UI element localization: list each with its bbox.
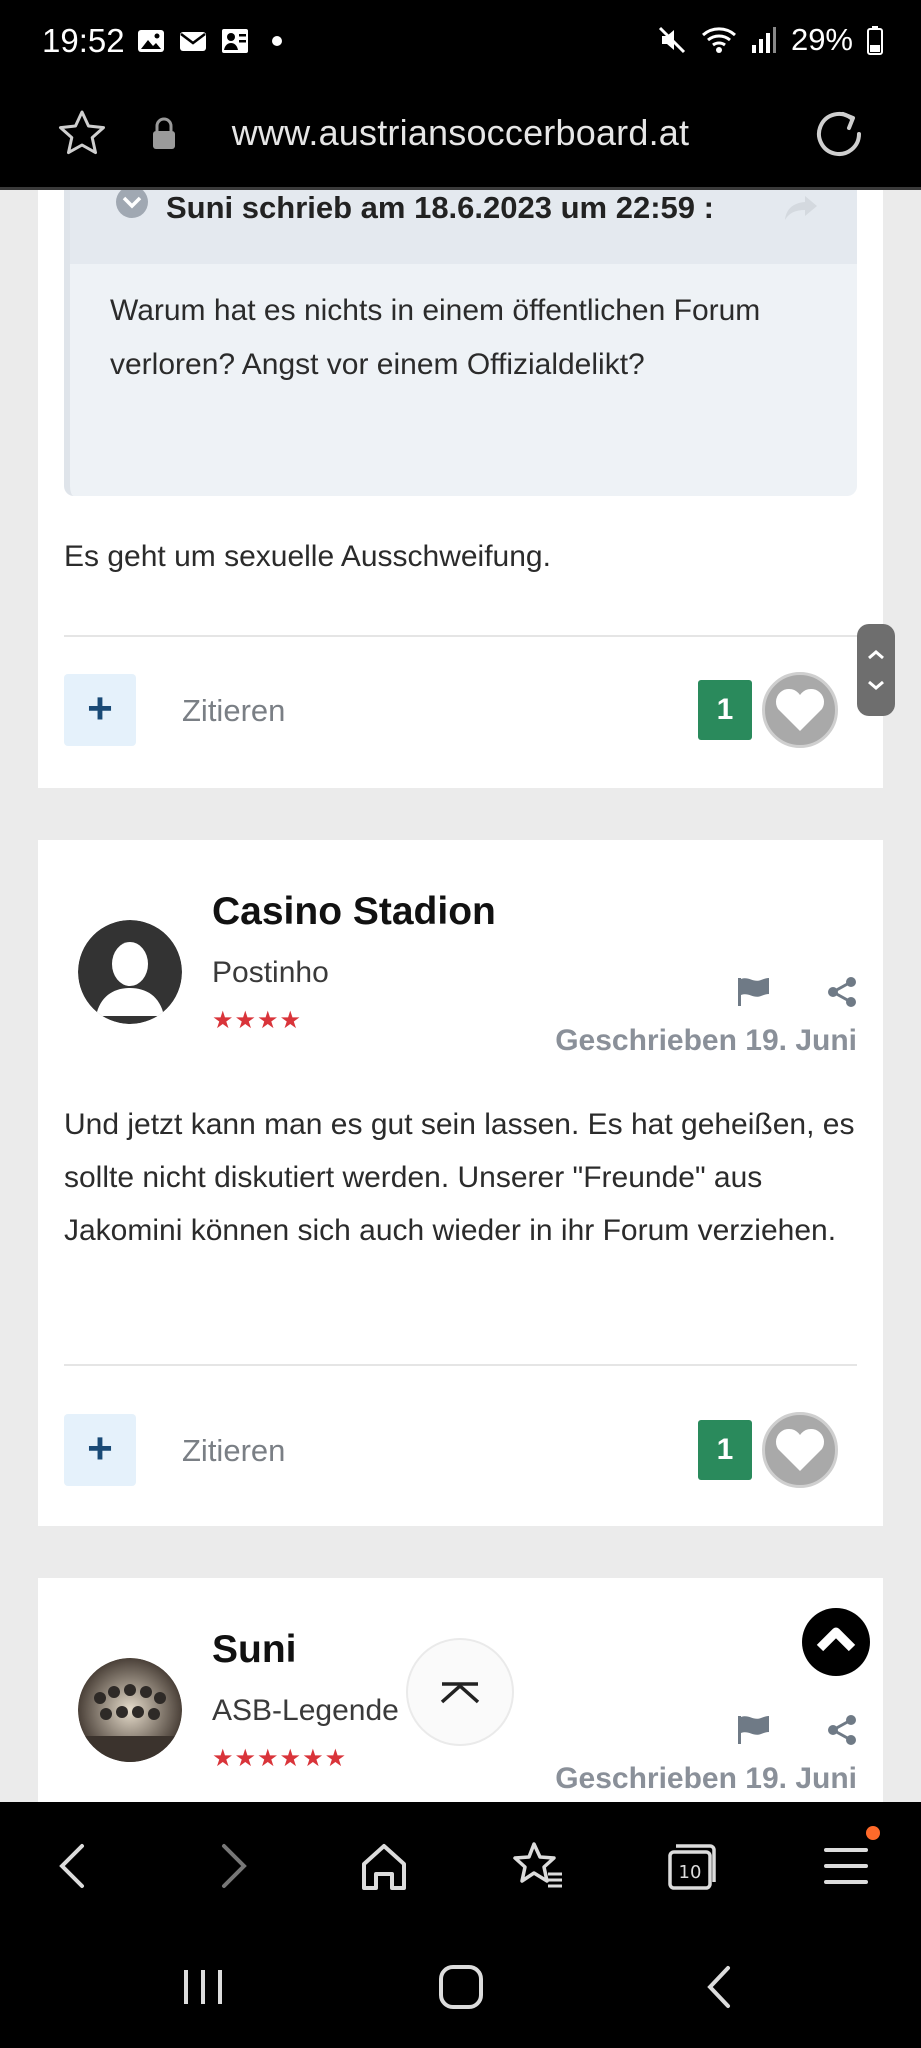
fast-scroll-handle[interactable] xyxy=(857,624,895,716)
gallery-icon xyxy=(138,30,164,52)
back-icon[interactable] xyxy=(46,1838,102,1894)
dot-icon xyxy=(272,36,282,46)
author-rank: ASB-Legende xyxy=(212,1694,399,1727)
multiquote-button[interactable]: + xyxy=(64,674,136,746)
post-text: Es geht um sexuelle Ausschweifung. xyxy=(64,540,551,573)
mute-icon xyxy=(658,26,686,54)
chevron-up-icon xyxy=(440,1682,480,1704)
quote-block: Suni schrieb am 18.6.2023 um 22:59 : War… xyxy=(64,190,857,496)
forum-page: Suni schrieb am 18.6.2023 um 22:59 : War… xyxy=(0,190,921,1802)
author-stars: ★★★★ xyxy=(212,1007,303,1034)
notification-dot xyxy=(866,1826,880,1840)
scroll-to-top-button[interactable] xyxy=(406,1638,514,1746)
author-name[interactable]: Suni xyxy=(212,1628,297,1672)
quote-button[interactable]: Zitieren xyxy=(182,693,285,729)
avatar[interactable] xyxy=(78,920,182,1024)
wifi-icon xyxy=(701,27,736,53)
signal-icon xyxy=(751,27,776,53)
like-button[interactable] xyxy=(762,1412,838,1488)
multiquote-button[interactable]: + xyxy=(64,1414,136,1486)
divider xyxy=(64,1364,857,1366)
forward-icon[interactable] xyxy=(204,1838,260,1894)
tabs-icon[interactable]: 10 xyxy=(664,1838,720,1894)
quote-header-text: Suni schrieb am 18.6.2023 um 22:59 : xyxy=(166,190,714,225)
mail-icon xyxy=(180,32,206,51)
author-name[interactable]: Casino Stadion xyxy=(212,890,496,934)
flag-icon[interactable] xyxy=(736,1714,772,1746)
home-icon[interactable] xyxy=(356,1838,412,1894)
notification-icons xyxy=(136,26,292,56)
chevron-up-icon xyxy=(816,1627,856,1652)
system-back-icon[interactable] xyxy=(696,1962,746,2012)
svg-text:10: 10 xyxy=(679,1862,702,1883)
flag-icon[interactable] xyxy=(736,976,772,1008)
menu-icon[interactable] xyxy=(818,1838,874,1894)
address-bar: www.austriansoccerboard.at xyxy=(0,86,921,190)
like-count: 1 xyxy=(698,680,752,740)
status-bar: 19:52 29% xyxy=(0,0,921,86)
status-time: 19:52 xyxy=(42,22,125,59)
share-icon[interactable] xyxy=(826,976,858,1008)
jump-up-button[interactable] xyxy=(802,1608,870,1676)
post-date[interactable]: Geschrieben 19. Juni xyxy=(555,1024,857,1058)
like-button[interactable] xyxy=(762,672,838,748)
author-rank: Postinho xyxy=(212,956,329,989)
author-stars: ★★★★★★ xyxy=(212,1745,348,1772)
post-text: Und jetzt kann man es gut sein lassen. E… xyxy=(64,1108,855,1247)
heart-icon xyxy=(775,1428,825,1471)
recent-apps-icon[interactable] xyxy=(178,1962,228,2012)
like-count: 1 xyxy=(698,1420,752,1480)
avatar[interactable] xyxy=(78,1658,182,1762)
default-avatar-icon xyxy=(78,920,182,1024)
browser-toolbar: 10 xyxy=(0,1802,921,1926)
battery-icon xyxy=(867,26,883,55)
quote-header: Suni schrieb am 18.6.2023 um 22:59 : xyxy=(70,190,857,264)
quote-body: Warum hat es nichts in einem öffentliche… xyxy=(110,294,761,381)
post-card: Suni schrieb am 18.6.2023 um 22:59 : War… xyxy=(38,190,883,788)
chevron-down-icon[interactable] xyxy=(114,190,150,220)
share-icon[interactable] xyxy=(826,1714,858,1746)
battery-percent: 29% xyxy=(790,22,853,57)
status-right: 29% xyxy=(657,22,883,58)
post-date[interactable]: Geschrieben 19. Juni xyxy=(555,1762,857,1796)
bookmarks-icon[interactable] xyxy=(510,1838,566,1894)
home-button-icon[interactable] xyxy=(436,1962,486,2012)
system-nav-bar xyxy=(0,1926,921,2048)
scroll-arrows-icon xyxy=(868,650,884,690)
post-card: Casino Stadion Postinho ★★★★ Geschrieben… xyxy=(38,840,883,1526)
heart-icon xyxy=(775,688,825,731)
reload-icon[interactable] xyxy=(813,108,865,160)
contacts-icon xyxy=(222,29,248,53)
divider xyxy=(64,635,857,637)
go-to-quote-icon[interactable] xyxy=(783,194,821,222)
quote-button[interactable]: Zitieren xyxy=(182,1433,285,1469)
team-photo-avatar xyxy=(78,1658,182,1762)
url-text[interactable]: www.austriansoccerboard.at xyxy=(0,112,921,154)
